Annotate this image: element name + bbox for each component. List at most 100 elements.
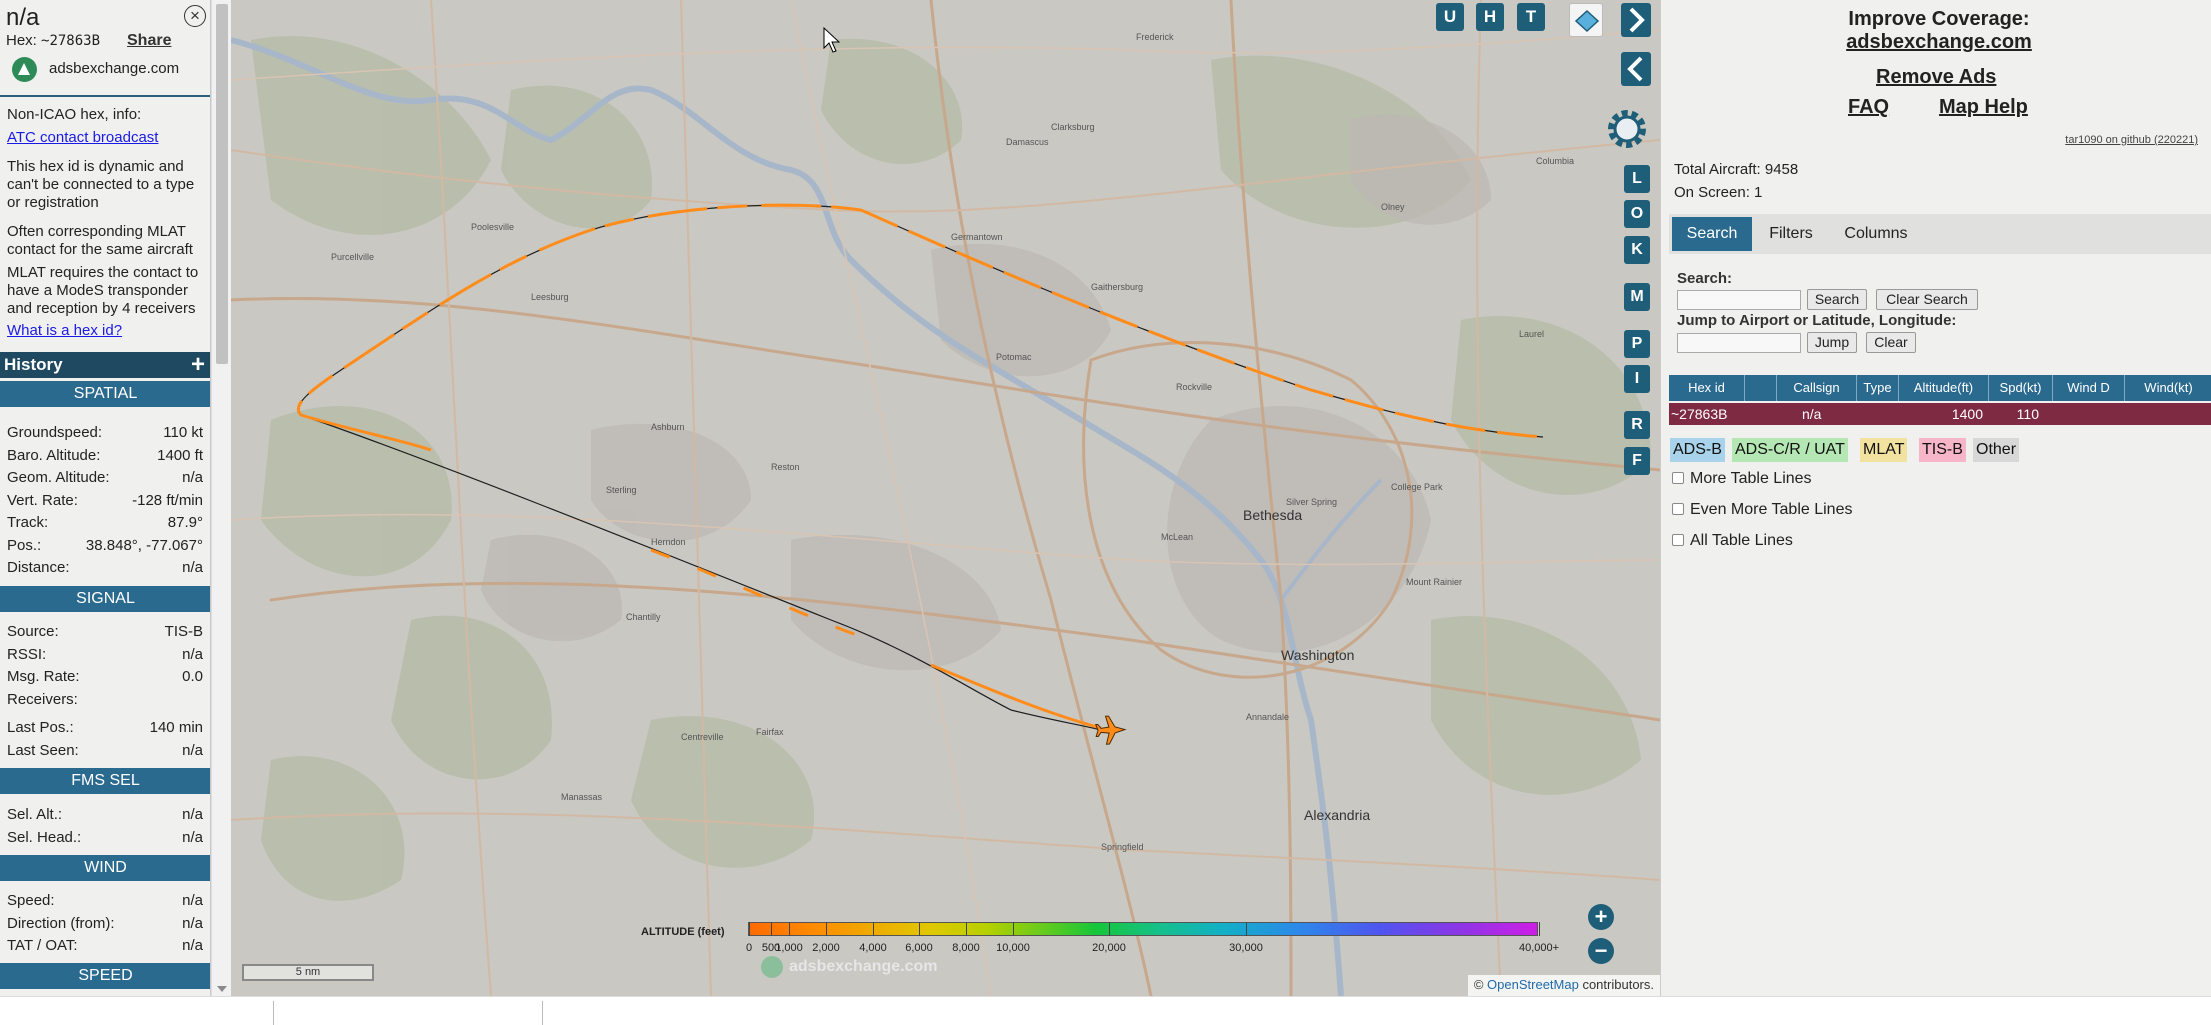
settings-gear-icon[interactable] (1602, 104, 1652, 154)
info-row-label: Last Seen: (7, 741, 79, 759)
search-input[interactable] (1677, 290, 1801, 310)
map-button-k[interactable]: K (1624, 236, 1650, 264)
map-attribution: © OpenStreetMap contributors. (1467, 975, 1660, 996)
info-row: Vert. Rate: -128 ft/min (7, 492, 203, 512)
map-button-i[interactable]: I (1624, 365, 1650, 393)
altitude-tick-label: 8,000 (952, 942, 980, 954)
checkbox-icon[interactable] (1672, 472, 1684, 484)
info-row-label: Pos.: (7, 536, 42, 554)
more-table-lines-checkbox[interactable]: More Table Lines (1672, 470, 1812, 488)
map-button-o[interactable]: O (1624, 200, 1650, 228)
faq-link[interactable]: FAQ (1848, 96, 1889, 119)
column-hex-id[interactable]: Hex id (1669, 375, 1745, 401)
source-tag-other[interactable]: Other (1973, 438, 2020, 462)
altitude-tick-label: 1,000 (775, 942, 803, 954)
source-tag-adsc[interactable]: ADS-C/R / UAT (1732, 438, 1848, 462)
place-label: Columbia (1536, 156, 1574, 166)
all-table-lines-checkbox[interactable]: All Table Lines (1672, 532, 1793, 550)
layers-button[interactable] (1569, 3, 1603, 37)
source-tag-adsb[interactable]: ADS-B (1670, 438, 1725, 462)
column-altitude[interactable]: Altitude(ft) (1899, 375, 1989, 401)
info-row: Receivers: (7, 691, 203, 711)
share-link[interactable]: Share (127, 32, 171, 50)
place-label: Chantilly (626, 612, 661, 622)
hex-id-help-link[interactable]: What is a hex id? (7, 322, 207, 340)
speed-header: SPEED (0, 963, 210, 989)
left-panel-scrollbar[interactable] (211, 0, 231, 996)
altitude-tick-mark (826, 922, 827, 936)
place-label: Damascus (1006, 137, 1049, 147)
zoom-out-button[interactable]: − (1588, 938, 1614, 964)
info-row-value: n/a (182, 741, 203, 759)
map-help-link[interactable]: Map Help (1939, 96, 2028, 119)
expand-sidebar-button[interactable] (1621, 52, 1651, 86)
layers-icon (1574, 9, 1600, 33)
clear-search-button[interactable]: Clear Search (1876, 289, 1978, 310)
map-button-r[interactable]: R (1624, 411, 1650, 439)
info-row-value: 110 kt (163, 424, 203, 441)
map-button-t[interactable]: T (1517, 3, 1545, 31)
column-wind-speed[interactable]: Wind(kt) (2125, 375, 2211, 401)
info-row-label: Msg. Rate: (7, 668, 80, 685)
altitude-tick-label: 4,000 (859, 942, 887, 954)
map-button-h[interactable]: H (1476, 3, 1504, 31)
tab-filters[interactable]: Filters (1757, 217, 1825, 251)
jump-button[interactable]: Jump (1807, 332, 1857, 353)
place-label: Herndon (651, 537, 686, 547)
place-label: Fairfax (756, 727, 784, 737)
atc-contact-link[interactable]: ATC contact broadcast (7, 129, 207, 147)
info-row: Speed: n/a (7, 892, 203, 912)
place-label: Poolesville (471, 222, 514, 232)
history-header[interactable]: History + (0, 352, 210, 378)
column-flag[interactable] (1745, 375, 1777, 401)
info-row: Sel. Alt.: n/a (7, 806, 203, 826)
place-label: Silver Spring (1286, 497, 1337, 507)
tab-columns[interactable]: Columns (1831, 217, 1921, 251)
source-tag-mlat[interactable]: MLAT (1860, 438, 1908, 462)
coverage-link[interactable]: adsbexchange.com (1801, 31, 2077, 54)
info-row: Baro. Altitude: 1400 ft (7, 447, 203, 467)
info-row-label: Sel. Head.: (7, 828, 82, 846)
map-button-f[interactable]: F (1624, 447, 1650, 475)
checkbox-icon[interactable] (1672, 534, 1684, 546)
map[interactable]: Washington Bethesda Alexandria Silver Sprin… (231, 0, 1660, 996)
info-row-label: Geom. Altitude: (7, 469, 110, 486)
aircraft-title: n/a (6, 4, 40, 31)
aircraft-marker-icon[interactable] (1095, 715, 1127, 745)
map-button-p[interactable]: P (1624, 330, 1650, 358)
map-button-u[interactable]: U (1436, 3, 1464, 31)
zoom-in-button[interactable]: + (1588, 904, 1614, 930)
info-row-label: RSSI: (7, 645, 47, 663)
even-more-table-lines-checkbox[interactable]: Even More Table Lines (1672, 501, 1852, 519)
divider (542, 1001, 543, 1025)
map-button-m[interactable]: M (1624, 283, 1650, 311)
search-button[interactable]: Search (1807, 289, 1867, 310)
info-row: RSSI: n/a (7, 646, 203, 666)
map-canvas[interactable]: Washington Bethesda Alexandria Silver Sprin… (231, 0, 1660, 996)
map-button-l[interactable]: L (1624, 165, 1650, 193)
openstreetmap-link[interactable]: OpenStreetMap (1487, 977, 1579, 992)
scroll-thumb[interactable] (216, 4, 228, 364)
column-wind-dir[interactable]: Wind D (2053, 375, 2125, 401)
altitude-legend: ALTITUDE (feet) 0 500 1,000 2,000 4,000 6,000… (641, 917, 1591, 954)
improve-coverage[interactable]: Improve Coverage: adsbexchange.com (1801, 8, 2077, 54)
close-icon[interactable]: × (184, 5, 206, 27)
tab-search[interactable]: Search (1672, 217, 1752, 251)
checkbox-icon[interactable] (1672, 503, 1684, 515)
collapse-sidebar-button[interactable] (1621, 3, 1651, 37)
info-row: Last Seen: n/a (7, 742, 203, 762)
table-row[interactable]: ~27863B n/a 1400 110 (1669, 403, 2211, 425)
version-link[interactable]: tar1090 on github (220221) (2065, 134, 2198, 146)
plus-icon[interactable]: + (191, 352, 205, 378)
site-name[interactable]: adsbexchange.com (49, 60, 179, 77)
column-type[interactable]: Type (1857, 375, 1899, 401)
jump-input[interactable] (1677, 333, 1801, 353)
attribution-prefix: © (1473, 977, 1484, 992)
column-callsign[interactable]: Callsign (1777, 375, 1857, 401)
source-tag-tisb[interactable]: TIS-B (1919, 438, 1966, 462)
scroll-down-icon[interactable] (217, 986, 227, 992)
info-row-value: 0.0 (182, 668, 203, 685)
column-speed[interactable]: Spd(kt) (1989, 375, 2053, 401)
remove-ads-link[interactable]: Remove Ads (1876, 66, 1996, 89)
clear-button[interactable]: Clear (1866, 332, 1916, 353)
